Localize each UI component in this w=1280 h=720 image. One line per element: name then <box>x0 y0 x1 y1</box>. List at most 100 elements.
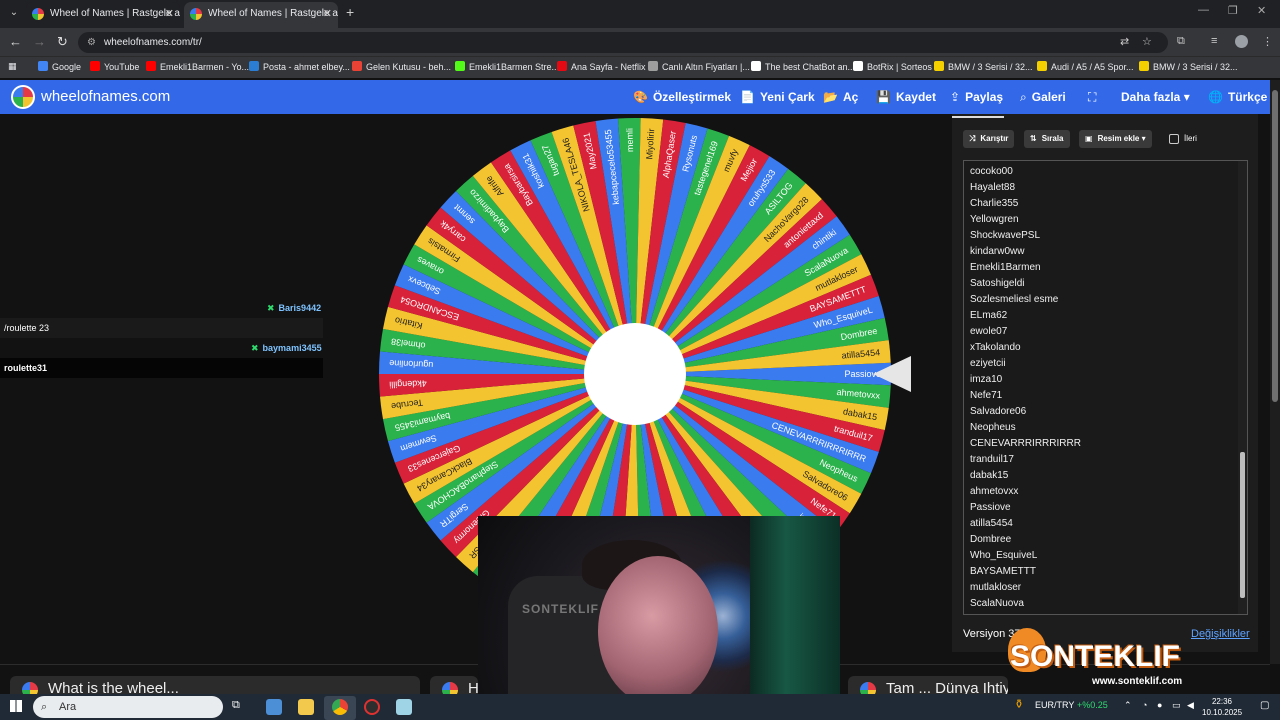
network-icon[interactable]: ▭ <box>1172 700 1181 711</box>
file-explorer-icon[interactable] <box>298 699 314 715</box>
name-entry: Neopheus <box>970 422 1016 433</box>
sort-button[interactable]: ⇅ Sırala <box>1024 130 1070 148</box>
volume-icon[interactable]: ◀ <box>1187 700 1194 711</box>
bookmark-label: BMW / 3 Serisi / 32... <box>1153 62 1238 72</box>
wheel-center-button[interactable] <box>584 323 686 425</box>
fullscreen-icon: ⛶ <box>1088 90 1097 104</box>
name-entry: BAYSAMETTT <box>970 566 1036 577</box>
name-entry: ShockwavePSL <box>970 230 1041 241</box>
profile-avatar[interactable] <box>1235 35 1248 48</box>
add-image-button[interactable]: ▣ Resim ekle ▾ <box>1079 130 1152 148</box>
close-tab-icon[interactable]: ✕ <box>165 2 174 26</box>
menu-customize[interactable]: 🎨 Özelleştirmek <box>633 90 731 104</box>
changes-link[interactable]: Değişiklikler <box>1191 628 1250 640</box>
wheel-logo-icon[interactable] <box>11 85 35 109</box>
browser-menu-icon[interactable]: ⋮ <box>1262 35 1273 48</box>
bookmark-bmw-1[interactable]: BMW / 3 Serisi / 32... <box>934 61 1033 72</box>
media-icon[interactable]: ≡ <box>1211 35 1217 47</box>
tab-title: Wheel of Names | Rastgele ad seçici <box>50 8 180 19</box>
bookmark-star-icon[interactable]: ☆ <box>1142 35 1152 48</box>
bookmark-google[interactable]: Google <box>38 61 81 72</box>
save-icon: 💾 <box>876 90 891 104</box>
menu-fullscreen[interactable]: ⛶ <box>1088 90 1101 105</box>
browser-tab-2[interactable]: Wheel of Names | Rastgele ad seçici✕ <box>184 2 338 28</box>
watermark-logo: SONTEKLIF <box>1010 640 1180 673</box>
name-entry: Nefe71 <box>970 390 1003 401</box>
names-list: cocoko00 Hayalet88 Charlie355 Yellowgren Sho… <box>964 161 1247 614</box>
image-icon: ▣ <box>1085 134 1093 143</box>
bookmark-botrix[interactable]: BotRix | Sorteos <box>853 61 932 72</box>
currency-pair[interactable]: EUR/TRY <box>1035 700 1074 710</box>
kick-icon <box>455 61 465 71</box>
menu-save[interactable]: 💾 Kaydet <box>876 90 936 104</box>
app-icon[interactable] <box>266 699 282 715</box>
url-text: wheelofnames.com/tr/ <box>104 37 202 48</box>
taskbar-clock[interactable]: 22:36 10.10.2025 <box>1202 696 1242 718</box>
close-tab-icon[interactable]: ✕ <box>323 2 332 26</box>
bookmark-bmw-2[interactable]: BMW / 3 Serisi / 32... <box>1139 61 1238 72</box>
wheel-label: memli <box>625 128 636 152</box>
shuffle-button[interactable]: ⤨ Karıştır <box>963 130 1015 148</box>
url-field[interactable]: ⚙ wheelofnames.com/tr/ <box>78 32 1168 53</box>
name-entry: Dombree <box>970 534 1012 545</box>
taskbar-search[interactable]: ⌕ Ara <box>33 696 223 718</box>
obs-icon[interactable] <box>364 699 380 715</box>
tray-chevron-icon[interactable]: ⌃ <box>1124 700 1132 711</box>
bookmark-youtube[interactable]: YouTube <box>90 61 139 72</box>
menu-label: Yeni Çark <box>759 90 815 104</box>
apps-icon[interactable]: ▦ <box>8 61 17 72</box>
bookmark-label: Audi / A5 / A5 Spor... <box>1051 62 1134 72</box>
chrome-icon[interactable] <box>332 699 348 715</box>
page-scroll-thumb[interactable] <box>1272 90 1278 402</box>
new-tab-icon[interactable]: + <box>346 4 354 20</box>
microphone-icon[interactable]: ● <box>1157 700 1162 710</box>
forward-icon[interactable]: → <box>33 34 46 49</box>
tab-search-icon[interactable]: ⌄ <box>6 5 22 21</box>
shuffle-icon: ⤨ <box>969 134 976 143</box>
wifi-icon[interactable]: ◔ <box>1142 700 1147 710</box>
menu-new-wheel[interactable]: 📄 Yeni Çark <box>740 90 815 104</box>
menu-open[interactable]: 📂 Aç <box>823 90 858 104</box>
currency-change: +%0.25 <box>1077 700 1108 710</box>
name-entry: ScalaNuova <box>970 598 1024 609</box>
extensions-icon[interactable]: ⧉ <box>1177 35 1185 48</box>
menu-share[interactable]: ⇪ Paylaş <box>950 90 1003 104</box>
bookmark-gmail[interactable]: Gelen Kutusu - beh... <box>352 61 451 72</box>
names-scroll-thumb[interactable] <box>1240 452 1245 598</box>
translate-icon[interactable]: ⇄ <box>1120 35 1129 48</box>
task-view-icon[interactable]: ⧉ <box>232 699 248 715</box>
browser-tab-1[interactable]: Wheel of Names | Rastgele ad seçici✕ <box>26 2 180 28</box>
advanced-checkbox[interactable] <box>1169 134 1179 144</box>
bookmark-chatbot[interactable]: The best ChatBot an... <box>751 61 855 72</box>
notification-icon[interactable]: ▢ <box>1260 700 1269 711</box>
site-info-icon[interactable]: ⚙ <box>87 32 96 53</box>
name-entry: dabak15 <box>970 470 1009 481</box>
bookmark-mail[interactable]: Posta - ahmet elbey... <box>249 61 350 72</box>
menu-language[interactable]: 🌐 Türkçe <box>1208 90 1267 104</box>
name-entry: Sozlesmeliesl esme <box>970 294 1059 305</box>
sahibinden-icon <box>1139 61 1149 71</box>
bookmark-audi[interactable]: Audi / A5 / A5 Spor... <box>1037 61 1134 72</box>
name-entry: Passiove <box>970 502 1011 513</box>
close-window-icon[interactable]: ✕ <box>1257 4 1266 17</box>
menu-gallery[interactable]: ⌕ Galeri <box>1020 90 1066 105</box>
name-entry: ewole07 <box>970 326 1008 337</box>
bookmark-kick[interactable]: Emekli1Barmen Stre... <box>455 61 559 72</box>
minimize-icon[interactable]: — <box>1198 4 1209 16</box>
back-icon[interactable]: ← <box>9 34 22 49</box>
name-entry: Salvadore06 <box>970 406 1027 417</box>
menu-label: Daha fazla ▾ <box>1121 90 1190 104</box>
bookmark-gold[interactable]: Canlı Altın Fiyatları |... <box>648 61 750 72</box>
bookmark-netflix[interactable]: Ana Sayfa - Netflix <box>557 61 646 72</box>
menu-more[interactable]: Daha fazla ▾ <box>1121 90 1190 104</box>
restore-icon[interactable]: ❐ <box>1228 4 1238 17</box>
site-title[interactable]: wheelofnames.com <box>41 88 170 105</box>
windows-start-icon[interactable] <box>10 700 22 712</box>
app-icon[interactable] <box>396 699 412 715</box>
chat-message-text: /roulette 23 <box>4 323 50 333</box>
webcam-overlay: SONTEKLIF <box>478 516 840 720</box>
names-textarea[interactable]: cocoko00 Hayalet88 Charlie355 Yellowgren Sho… <box>963 160 1248 615</box>
reload-icon[interactable]: ↻ <box>57 34 68 50</box>
search-icon: ⌕ <box>1020 90 1027 104</box>
bookmark-youtube-channel[interactable]: Emekli1Barmen - Yo... <box>146 61 249 72</box>
